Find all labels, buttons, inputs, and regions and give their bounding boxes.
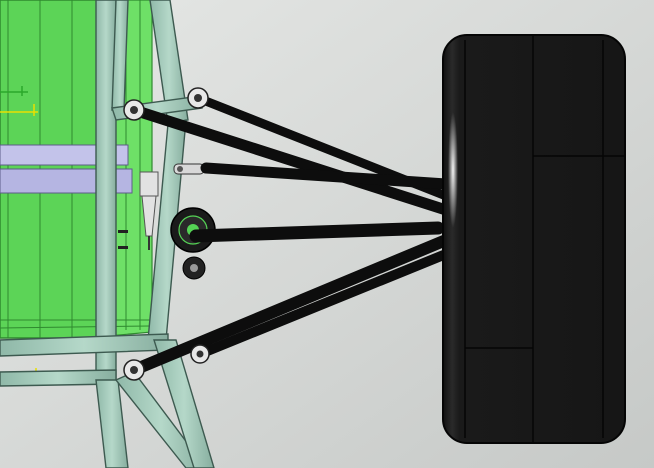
cad-3d-viewport[interactable] [0,0,654,468]
tire[interactable] [442,34,626,444]
lower-wishbone-front-link [189,221,445,243]
cad-scene[interactable] [0,0,654,468]
tire-highlight [448,112,458,228]
